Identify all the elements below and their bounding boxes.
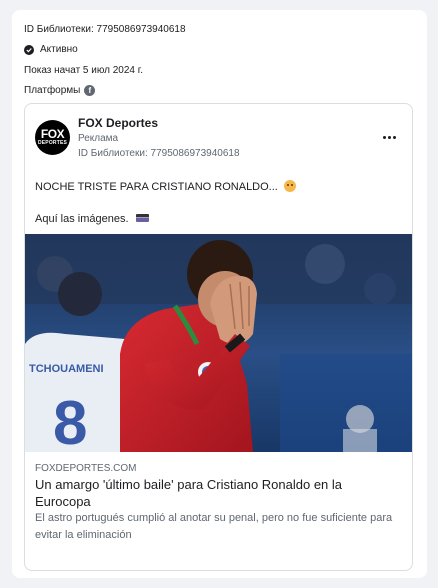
ronaldo-photo: 8 TCHOUAMENI	[25, 234, 412, 452]
link-description: El astro portugués cumplió al anotar su …	[35, 512, 393, 541]
link-domain[interactable]: FOXDEPORTES.COM	[35, 463, 137, 474]
ad-library-card: ID Библиотеки: 7795086973940618 Активно …	[12, 10, 427, 578]
avatar[interactable]: FOX DEPORTES	[35, 120, 70, 155]
status-row: Активно	[24, 44, 78, 55]
avatar-logo-subtext: DEPORTES	[37, 140, 68, 146]
more-dot-icon	[392, 135, 396, 139]
link-title[interactable]: Un amargo 'último baile' para Cristiano …	[35, 476, 395, 510]
more-dot-icon	[387, 135, 391, 139]
platforms-row: Платформы f	[24, 85, 96, 96]
library-id: ID Библиотеки: 7795086973940618	[24, 24, 186, 35]
sponsored-label: Реклама	[78, 133, 119, 144]
start-date: Показ начат 5 июл 2024 г.	[24, 65, 143, 76]
ad-preview: FOX DEPORTES FOX Deportes Реклама ID Биб…	[24, 103, 413, 571]
facebook-icon: f	[84, 85, 96, 96]
page-name[interactable]: FOX Deportes	[78, 116, 158, 130]
post-text-line1: NOCHE TRISTE PARA CRISTIANO RONALDO...	[35, 180, 296, 193]
sad-face-icon	[283, 180, 296, 192]
check-circle-icon	[24, 44, 34, 55]
clapperboard-icon	[135, 214, 149, 222]
post-text-line2: Aquí las imágenes.	[35, 213, 149, 225]
post-text: NOCHE TRISTE PARA CRISTIANO RONALDO...	[35, 181, 278, 193]
platforms-label: Платформы	[24, 85, 81, 96]
ad-image[interactable]: 8 TCHOUAMENI	[25, 234, 412, 452]
post-text: Aquí las imágenes.	[35, 213, 129, 225]
ad-library-id: ID Библиотеки: 7795086973940618	[78, 148, 240, 159]
jersey-number: 8	[53, 389, 87, 452]
jersey-name: TCHOUAMENI	[29, 363, 104, 375]
more-dot-icon	[382, 135, 386, 139]
status-label: Активно	[40, 44, 78, 55]
avatar-logo-text: FOX	[40, 127, 65, 141]
more-options-button[interactable]	[380, 132, 398, 142]
